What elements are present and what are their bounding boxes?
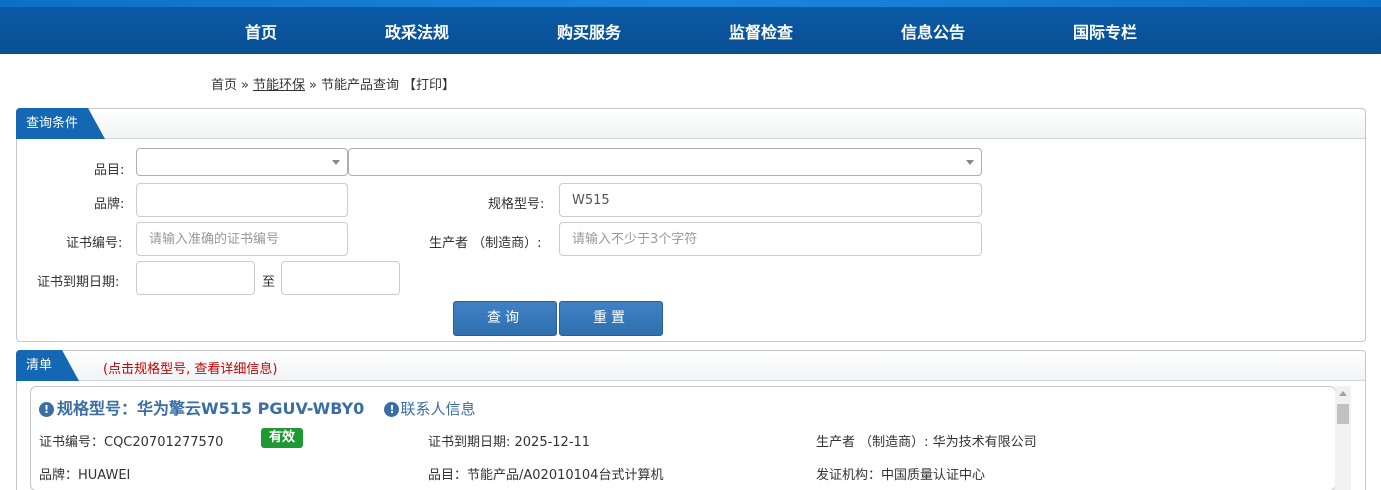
print-link[interactable]: 【打印】 (403, 78, 455, 93)
cert-number-label: 证书编号: (66, 236, 123, 251)
scroll-up-arrow-icon[interactable] (1339, 391, 1347, 396)
model-input[interactable] (559, 183, 982, 217)
category-value: 品目：节能产品/A02010104台式计算机 (428, 468, 664, 483)
contact-info-link[interactable]: ! 联系人信息 (384, 400, 475, 418)
brand-value: 品牌：HUAWEI (39, 468, 131, 483)
search-button[interactable]: 查询 (453, 301, 557, 336)
scrollbar-thumb[interactable] (1337, 404, 1349, 424)
list-panel-title: 清单 (16, 350, 80, 381)
brand-input[interactable] (136, 183, 348, 217)
contact-info-label: 联系人信息 (400, 400, 476, 418)
chevron-down-icon (966, 160, 974, 165)
query-panel-header: 查询条件 (16, 108, 1365, 139)
nav-item-supervision[interactable]: 监督检查 (729, 19, 793, 43)
expire-date-value: 证书到期日期: 2025-12-11 (428, 435, 591, 450)
query-panel-title: 查询条件 (16, 108, 106, 139)
model-link[interactable]: 规格型号：华为擎云W515 PGUV-WBY0 (57, 399, 364, 418)
breadcrumb-separator: » (241, 78, 249, 93)
maker-value: 生产者 （制造商）: 华为技术有限公司 (816, 435, 1037, 450)
category-select-secondary[interactable] (348, 148, 982, 176)
result-list-panel: 清单 (点击规格型号, 查看详细信息) ! 规格型号：华为擎云W515 PGUV-… (16, 350, 1366, 490)
brand-label: 品牌: (94, 197, 125, 212)
expire-date-to-input[interactable] (281, 261, 400, 295)
expire-date-label: 证书到期日期: (37, 275, 120, 290)
cert-number-value: 证书编号：CQC20701277570 (39, 435, 224, 450)
list-hint: (点击规格型号, 查看详细信息) (103, 362, 278, 377)
nav-item-international[interactable]: 国际专栏 (1073, 19, 1137, 43)
breadcrumb: 首页» 节能环保» 节能产品查询 【打印】 (211, 74, 455, 93)
chevron-down-icon (332, 160, 340, 165)
reset-button[interactable]: 重置 (559, 301, 663, 336)
info-circle-icon: ! (384, 402, 400, 417)
breadcrumb-home[interactable]: 首页 (211, 78, 237, 93)
model-label: 规格型号: (488, 197, 545, 212)
query-panel: 查询条件 品目: 品牌: 规格型号: 证书编号: 生产者 （制造商）: 证书到期… (16, 108, 1366, 342)
list-scrollbar[interactable] (1335, 386, 1351, 490)
nav-item-regulations[interactable]: 政采法规 (385, 19, 449, 43)
nav-item-announcements[interactable]: 信息公告 (901, 19, 965, 43)
issuer-value: 发证机构：中国质量认证中心 (816, 468, 986, 483)
category-label: 品目: (94, 163, 125, 178)
list-item-title-row: ! 规格型号：华为擎云W515 PGUV-WBY0 ! 联系人信息 (39, 395, 475, 419)
category-select-primary[interactable] (136, 148, 348, 176)
maker-label: 生产者 （制造商）: (429, 236, 542, 251)
nav-decor-strip (0, 0, 1381, 7)
top-navigation: 首页 政采法规 购买服务 监督检查 信息公告 国际专栏 (0, 0, 1381, 54)
status-badge: 有效 (261, 428, 304, 448)
list-item: ! 规格型号：华为擎云W515 PGUV-WBY0 ! 联系人信息 证书编号：CQC… (30, 386, 1336, 490)
breadcrumb-current: 节能产品查询 (320, 78, 399, 93)
cert-number-input[interactable] (136, 222, 348, 256)
info-circle-icon: ! (39, 402, 54, 417)
date-range-separator: 至 (262, 275, 276, 290)
breadcrumb-section-link[interactable]: 节能环保 (253, 78, 305, 93)
breadcrumb-separator: » (309, 78, 317, 93)
nav-item-home[interactable]: 首页 (245, 19, 277, 43)
list-panel-header: 清单 (点击规格型号, 查看详细信息) (16, 350, 1365, 381)
expire-date-from-input[interactable] (136, 261, 255, 295)
nav-item-purchase-services[interactable]: 购买服务 (557, 19, 621, 43)
maker-input[interactable] (559, 222, 982, 256)
